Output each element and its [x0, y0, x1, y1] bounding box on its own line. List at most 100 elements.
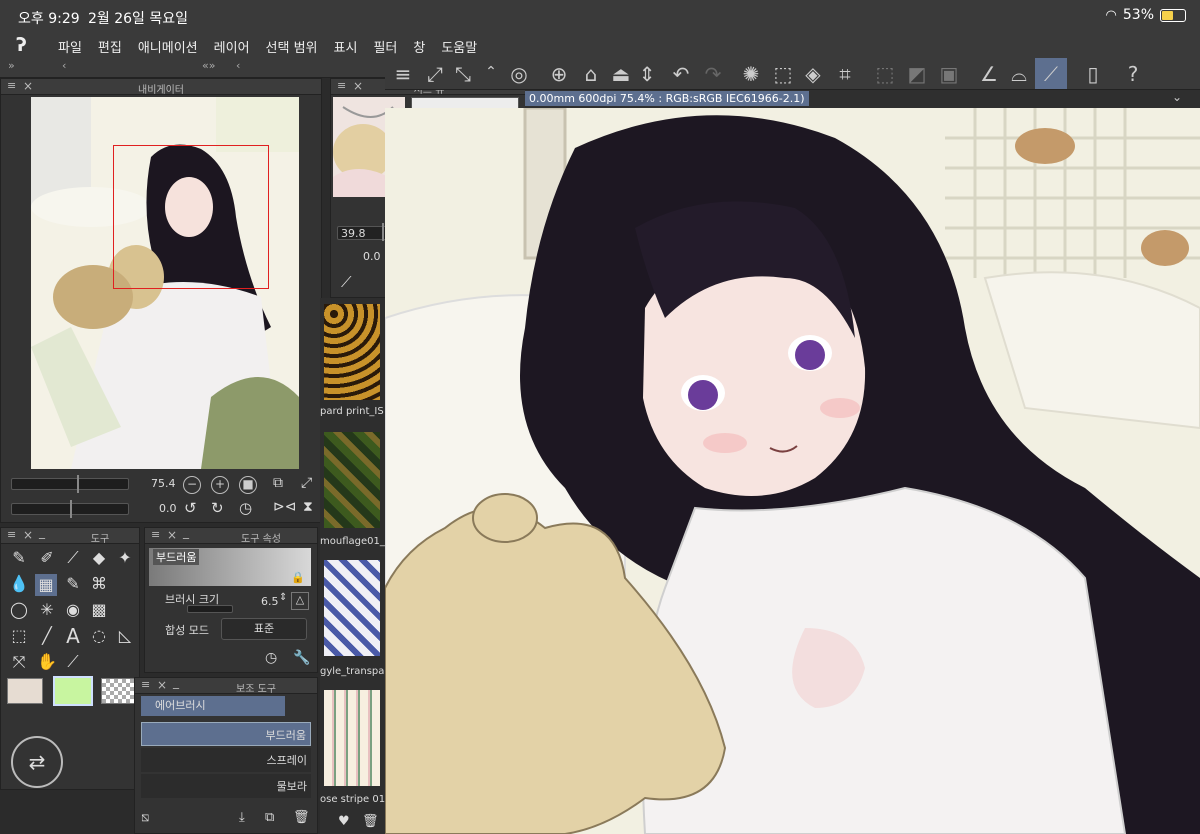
hand-icon[interactable]: ✋ [37, 652, 57, 672]
reset-rotation-icon[interactable]: ◷ [239, 499, 252, 517]
menu-layer[interactable]: 레이어 [214, 37, 250, 56]
line-icon[interactable]: ╱ [37, 626, 57, 646]
select-all-icon[interactable]: ⬚ [769, 60, 797, 88]
eyedropper-icon[interactable]: ⟋ [341, 273, 352, 291]
new-file-icon[interactable]: ⊕ [545, 60, 573, 88]
canvas[interactable] [385, 108, 1200, 834]
sub-tool-item-spray[interactable]: 스프레이 [141, 748, 311, 772]
sub-tool-group[interactable]: 에어브러시 [141, 696, 285, 716]
eyedropper-icon[interactable]: ⟋ [63, 652, 83, 672]
trash-icon[interactable]: 🗑 [362, 814, 379, 829]
menu-icon[interactable]: ≡ [141, 678, 150, 691]
help-icon[interactable]: ? [1119, 60, 1147, 88]
hamburger-icon[interactable]: ≡ [389, 60, 417, 88]
viewport-frame[interactable] [113, 145, 269, 289]
menu-icon[interactable]: ≡ [151, 528, 160, 541]
fit-icon[interactable]: ⧉ [273, 475, 283, 491]
slider-knob[interactable] [70, 500, 72, 518]
eraser-icon[interactable]: ◆ [89, 548, 109, 568]
menu-selection[interactable]: 선택 범위 [266, 37, 318, 56]
sub-tool-item-soft[interactable]: 부드러움 [141, 722, 311, 746]
blend-mode-select[interactable]: 표준 [221, 618, 307, 640]
navigator-rotate-slider[interactable] [11, 500, 129, 518]
slider-knob[interactable] [382, 223, 384, 241]
snap-toggle[interactable]: ⟋ [1035, 58, 1067, 89]
menu-help[interactable]: 도움말 [441, 37, 477, 56]
menu-animation[interactable]: 애니메이션 [138, 37, 198, 56]
close-icon[interactable]: × [157, 678, 167, 692]
undo-icon[interactable]: ↶ [667, 60, 695, 88]
camera-icon[interactable]: ◎ [505, 60, 533, 88]
invert-selection-icon[interactable]: ◩ [903, 60, 931, 88]
device-icon[interactable]: ▯ [1079, 60, 1107, 88]
brush-preview[interactable]: 부드러움 🔒 [149, 548, 311, 586]
lock-icon[interactable]: 🔒 [291, 571, 305, 584]
move-icon[interactable]: ⤧ [9, 652, 29, 672]
app-logo-icon[interactable]: ʔ [16, 34, 27, 56]
menu-icon[interactable]: ≡ [7, 528, 16, 541]
balloon-icon[interactable]: ◌ [89, 626, 109, 646]
text-icon[interactable]: A [63, 626, 83, 646]
loading-icon[interactable]: ✺ [737, 60, 765, 88]
menu-file[interactable]: 파일 [58, 37, 82, 56]
export-icon[interactable]: ⤢ [421, 60, 449, 88]
figure-icon[interactable]: ⌘ [89, 574, 109, 594]
main-color-swatch[interactable] [7, 678, 43, 704]
close-icon[interactable]: × [167, 528, 177, 542]
clear-selection-icon[interactable]: ⬚ [871, 60, 899, 88]
swap-color-icon[interactable]: ⇄ [11, 736, 63, 788]
redo-icon[interactable]: ↷ [699, 60, 727, 88]
minimize-icon[interactable]: _ [183, 525, 189, 539]
sub-tool-item-splash[interactable]: 물보라 [141, 774, 311, 798]
airbrush-tool-active[interactable]: ▦ [35, 574, 57, 596]
favorite-icon[interactable]: ♥ [338, 814, 350, 829]
stop-icon[interactable]: ■ [239, 476, 257, 494]
magic-wand-icon[interactable]: ✳ [37, 600, 57, 620]
menu-window[interactable]: 창 [413, 37, 425, 56]
trash-icon[interactable]: 🗑 [293, 810, 310, 825]
symmetry-icon[interactable]: ⌓ [1005, 60, 1033, 88]
zoom-out-icon[interactable]: − [183, 476, 201, 494]
transparent-color-swatch[interactable] [101, 678, 137, 704]
download-icon[interactable]: ⤓ [239, 810, 245, 825]
minimize-icon[interactable]: _ [173, 675, 179, 689]
collapse-left-icon[interactable]: » [8, 59, 15, 72]
decoration-icon[interactable]: ✎ [63, 574, 83, 594]
brush-icon[interactable]: ⟋ [63, 548, 83, 568]
open-folder-icon[interactable]: ⌂ [577, 60, 605, 88]
chevron-down-icon[interactable]: ⌄ [1172, 90, 1182, 104]
chevron-up-icon[interactable]: ⌃ [477, 58, 505, 86]
gradient-icon[interactable]: ▩ [89, 600, 109, 620]
transform-icon[interactable]: ⌗ [831, 60, 859, 88]
collapse-right-icon[interactable]: «» [202, 59, 215, 72]
zoom-in-icon[interactable]: + [211, 476, 229, 494]
stepper-icon[interactable]: ⇕ [279, 592, 287, 603]
adjust-icon[interactable]: ⤡ [449, 60, 477, 88]
slider-knob[interactable] [77, 475, 79, 493]
object-icon[interactable]: ⬚ [9, 626, 29, 646]
ruler-angle-icon[interactable]: ∠ [975, 60, 1003, 88]
lasso-icon[interactable]: ◯ [9, 600, 29, 620]
flip-vertical-icon[interactable]: ⧗ [303, 499, 313, 515]
settings-dial-icon[interactable]: ◷ [265, 650, 277, 666]
menu-filter[interactable]: 필터 [373, 37, 397, 56]
fill-icon[interactable]: ◉ [63, 600, 83, 620]
brush-size-slider[interactable] [187, 605, 233, 613]
duplicate-icon[interactable]: ⧉ [265, 810, 274, 825]
minimize-icon[interactable]: _ [39, 525, 45, 539]
close-icon[interactable]: × [23, 528, 33, 542]
sub-color-swatch[interactable] [53, 676, 93, 706]
navigator-zoom-slider[interactable] [11, 475, 129, 493]
sparkle-icon[interactable]: ✦ [115, 548, 135, 568]
menu-view[interactable]: 표시 [334, 37, 358, 56]
material-argyle[interactable] [324, 560, 380, 656]
blend-icon[interactable]: 💧 [9, 574, 29, 594]
material-rose-stripe[interactable] [324, 690, 380, 786]
pencil-icon[interactable]: ✐ [37, 548, 57, 568]
crop-icon[interactable]: ▣ [935, 60, 963, 88]
pressure-icon[interactable]: △ [291, 592, 309, 610]
fill-bucket-icon[interactable]: ◈ [799, 60, 827, 88]
fullscreen-icon[interactable]: ⤢ [301, 475, 312, 491]
chevron-left-icon[interactable]: ‹ [62, 59, 66, 72]
sub-tool-settings-icon[interactable]: ⧅ [141, 810, 149, 825]
